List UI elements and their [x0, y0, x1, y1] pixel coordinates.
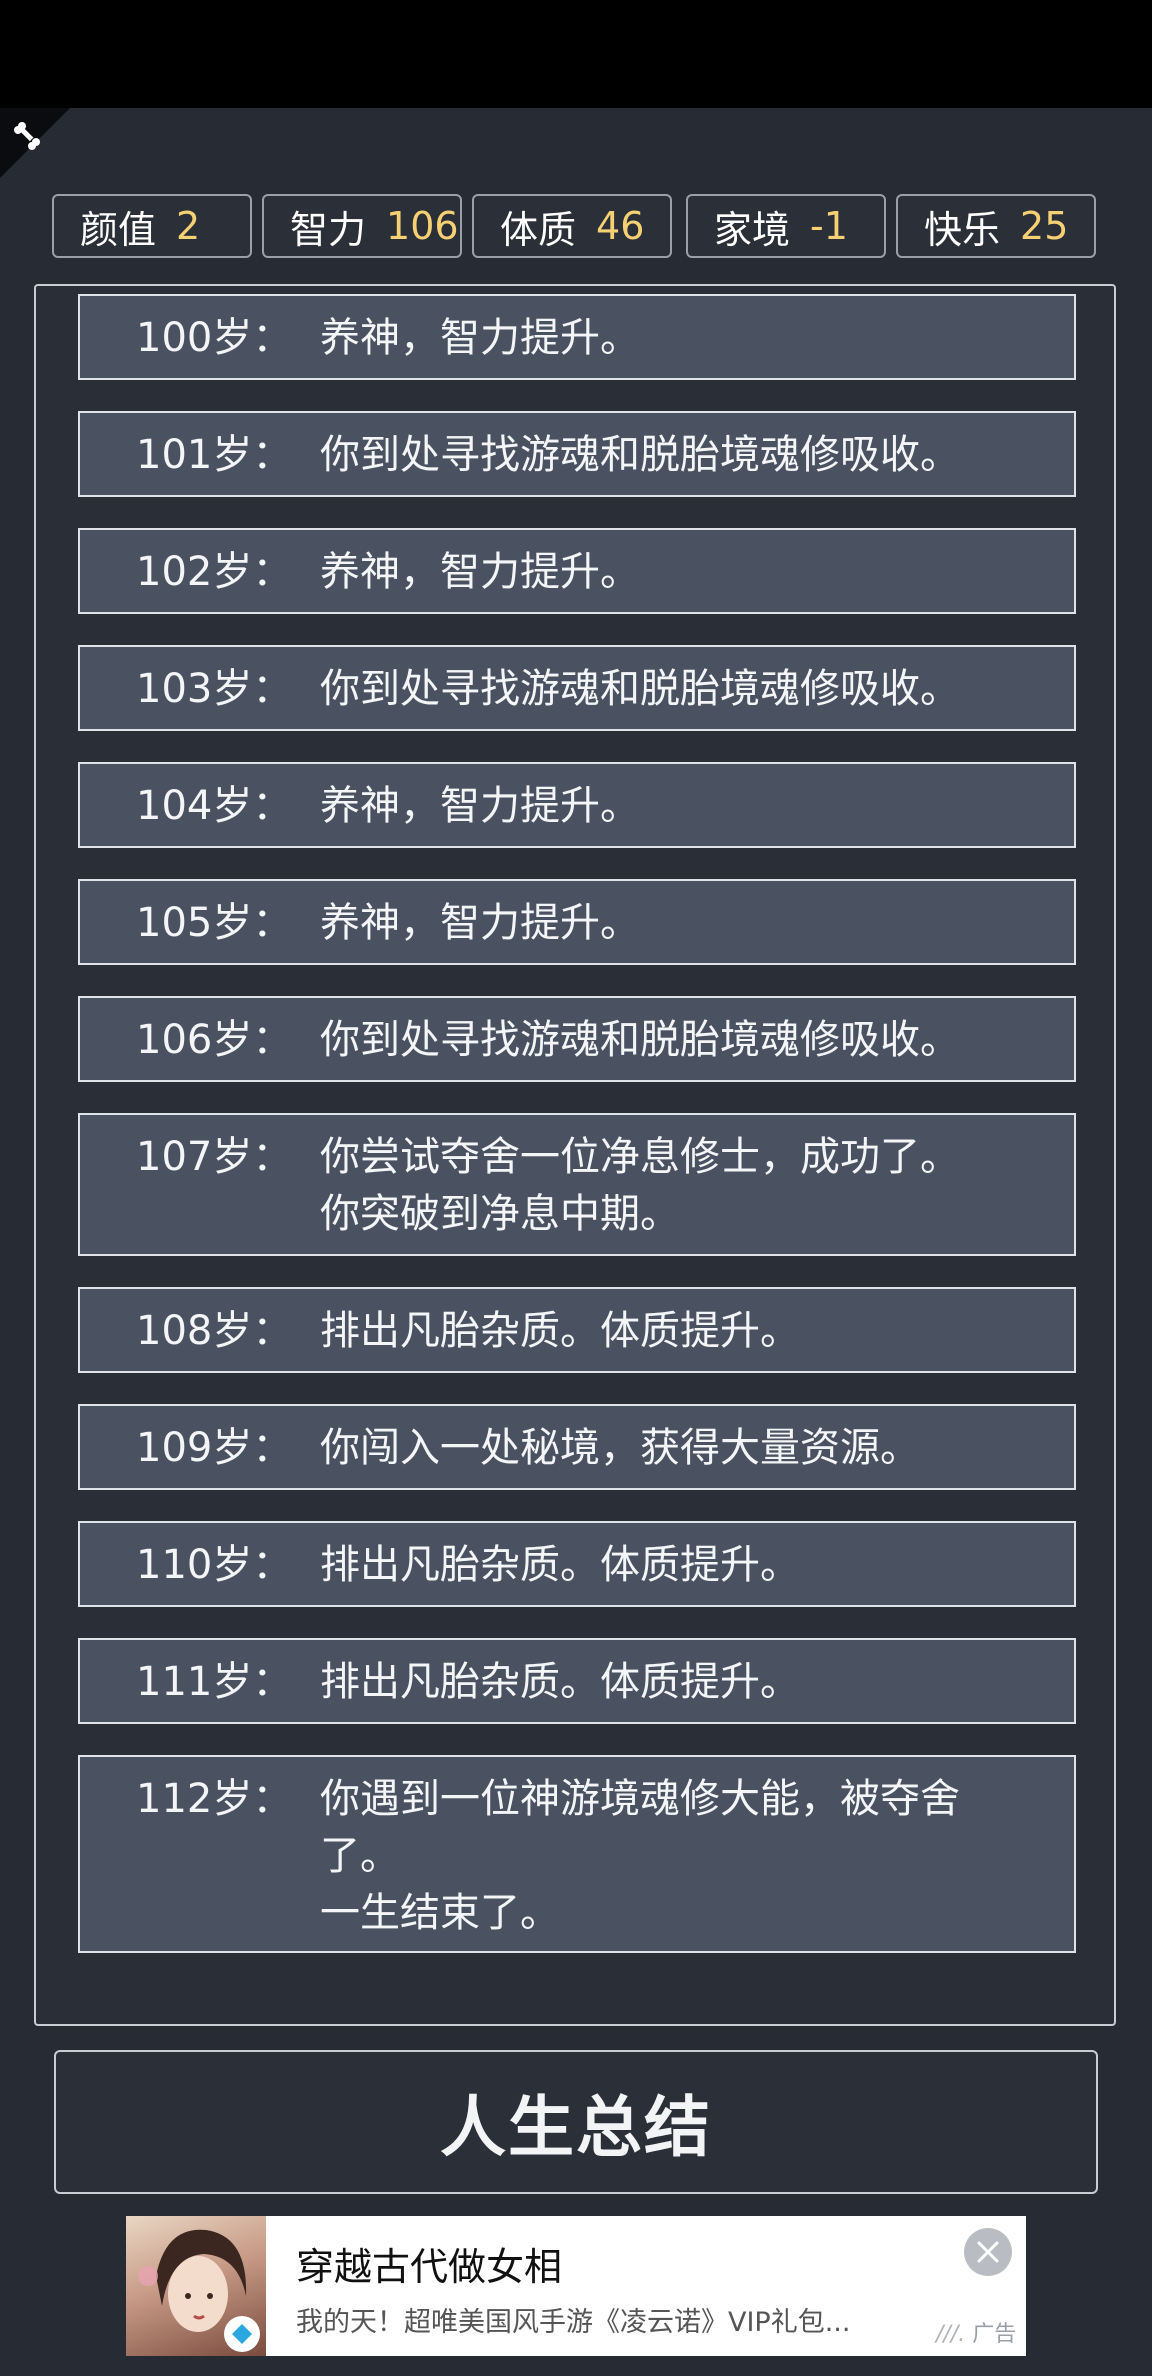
- log-entry: 101岁： 你到处寻找游魂和脱胎境魂修吸收。: [78, 411, 1076, 497]
- log-entry: 112岁： 你遇到一位神游境魂修大能，被夺舍 了。 一生结束了。: [78, 1755, 1076, 1953]
- entry-text: 排出凡胎杂质。体质提升。: [320, 1654, 1020, 1711]
- entry-age: 107岁：: [136, 1134, 293, 1180]
- entry-age: 112岁：: [136, 1776, 293, 1822]
- stat-value: 2: [176, 204, 201, 248]
- entry-line: 排出凡胎杂质。体质提升。: [320, 1308, 800, 1354]
- entry-age: 104岁：: [136, 783, 293, 829]
- log-entry: 104岁： 养神，智力提升。: [78, 762, 1076, 848]
- ad-description[interactable]: 我的天！超唯美国风手游《凌云诺》VIP礼包...: [296, 2300, 850, 2339]
- stat-value: 106: [386, 204, 459, 248]
- entry-line: 你尝试夺舍一位净息修士，成功了。: [320, 1134, 960, 1180]
- entry-line: 养神，智力提升。: [320, 783, 640, 829]
- log-entry: 108岁： 排出凡胎杂质。体质提升。: [78, 1287, 1076, 1373]
- entry-age: 106岁：: [136, 1017, 293, 1063]
- close-icon: [977, 2241, 999, 2263]
- entry-age: 109岁：: [136, 1425, 293, 1471]
- stat-label: 体质: [500, 207, 577, 252]
- stat-label: 快乐: [924, 207, 1001, 252]
- log-entry: 111岁： 排出凡胎杂质。体质提升。: [78, 1638, 1076, 1724]
- stat-appearance: 颜值 2: [52, 194, 252, 258]
- entry-age: 100岁：: [136, 315, 293, 361]
- entry-text: 你遇到一位神游境魂修大能，被夺舍 了。 一生结束了。: [320, 1771, 1020, 1942]
- ad-close-button[interactable]: [964, 2228, 1012, 2276]
- entry-age: 110岁：: [136, 1542, 293, 1588]
- ad-image[interactable]: [126, 2216, 266, 2356]
- entry-text: 你到处寻找游魂和脱胎境魂修吸收。: [320, 661, 1020, 718]
- entry-line: 了。: [320, 1833, 400, 1879]
- entry-text: 养神，智力提升。: [320, 778, 1020, 835]
- life-event-log[interactable]: 100岁： 养神，智力提升。 101岁： 你到处寻找游魂和脱胎境魂修吸收。 10…: [34, 284, 1116, 2026]
- stat-constitution: 体质 46: [472, 194, 672, 258]
- stat-value: 25: [1020, 204, 1069, 248]
- log-entry: 107岁： 你尝试夺舍一位净息修士，成功了。 你突破到净息中期。: [78, 1113, 1076, 1256]
- entry-line: 你到处寻找游魂和脱胎境魂修吸收。: [320, 666, 960, 712]
- entry-age: 105岁：: [136, 900, 293, 946]
- entry-text: 排出凡胎杂质。体质提升。: [320, 1303, 1020, 1360]
- stat-label: 家境: [714, 207, 791, 252]
- log-entry: 109岁： 你闯入一处秘境，获得大量资源。: [78, 1404, 1076, 1490]
- stat-intelligence: 智力 106: [262, 194, 462, 258]
- stat-happiness: 快乐 25: [896, 194, 1096, 258]
- ad-tag-text: 广告: [972, 2322, 1017, 2347]
- stat-label: 颜值: [80, 207, 157, 252]
- ad-title[interactable]: 穿越古代做女相: [296, 2236, 562, 2291]
- bone-icon[interactable]: [10, 120, 44, 154]
- log-entry: 106岁： 你到处寻找游魂和脱胎境魂修吸收。: [78, 996, 1076, 1082]
- ad-label: ///. 广告: [936, 2316, 1016, 2348]
- entry-text: 你闯入一处秘境，获得大量资源。: [320, 1420, 1020, 1477]
- character-portrait-icon: [138, 2229, 260, 2352]
- entry-line: 养神，智力提升。: [320, 900, 640, 946]
- stat-family: 家境 -1: [686, 194, 886, 258]
- log-entry: 105岁： 养神，智力提升。: [78, 879, 1076, 965]
- attribute-bar: 颜值 2 智力 106 体质 46 家境 -1 快乐 25: [52, 194, 1100, 262]
- stat-label: 智力: [290, 207, 367, 252]
- entry-text: 你到处寻找游魂和脱胎境魂修吸收。: [320, 427, 1020, 484]
- entry-line: 一生结束了。: [320, 1890, 560, 1936]
- entry-text: 养神，智力提升。: [320, 895, 1020, 952]
- entry-line: 你遇到一位神游境魂修大能，被夺舍: [320, 1776, 960, 1822]
- log-entry: 103岁： 你到处寻找游魂和脱胎境魂修吸收。: [78, 645, 1076, 731]
- entry-line: 养神，智力提升。: [320, 549, 640, 595]
- entry-line: 你闯入一处秘境，获得大量资源。: [320, 1425, 920, 1471]
- entry-text: 排出凡胎杂质。体质提升。: [320, 1537, 1020, 1594]
- entry-line: 你到处寻找游魂和脱胎境魂修吸收。: [320, 1017, 960, 1063]
- entry-text: 你到处寻找游魂和脱胎境魂修吸收。: [320, 1012, 1020, 1069]
- entry-age: 111岁：: [136, 1659, 293, 1705]
- ad-banner[interactable]: 穿越古代做女相 我的天！超唯美国风手游《凌云诺》VIP礼包... ///. 广告: [126, 2216, 1026, 2356]
- ad-mark-icon: ///.: [936, 2322, 966, 2347]
- entry-line: 排出凡胎杂质。体质提升。: [320, 1542, 800, 1588]
- stat-value: 46: [596, 204, 645, 248]
- entry-line: 养神，智力提升。: [320, 315, 640, 361]
- entry-age: 101岁：: [136, 432, 293, 478]
- stat-value: -1: [810, 204, 848, 248]
- entry-age: 108岁：: [136, 1308, 293, 1354]
- entry-text: 你尝试夺舍一位净息修士，成功了。 你突破到净息中期。: [320, 1129, 1020, 1243]
- entry-age: 102岁：: [136, 549, 293, 595]
- entry-text: 养神，智力提升。: [320, 544, 1020, 601]
- log-entry: 110岁： 排出凡胎杂质。体质提升。: [78, 1521, 1076, 1607]
- entry-text: 养神，智力提升。: [320, 310, 1020, 367]
- status-bar: [0, 0, 1152, 108]
- log-entry: 100岁： 养神，智力提升。: [78, 294, 1076, 380]
- entry-line: 你突破到净息中期。: [320, 1191, 680, 1237]
- log-entry: 102岁： 养神，智力提升。: [78, 528, 1076, 614]
- life-summary-button[interactable]: 人生总结: [54, 2050, 1098, 2194]
- entry-line: 排出凡胎杂质。体质提升。: [320, 1659, 800, 1705]
- entry-age: 103岁：: [136, 666, 293, 712]
- entry-line: 你到处寻找游魂和脱胎境魂修吸收。: [320, 432, 960, 478]
